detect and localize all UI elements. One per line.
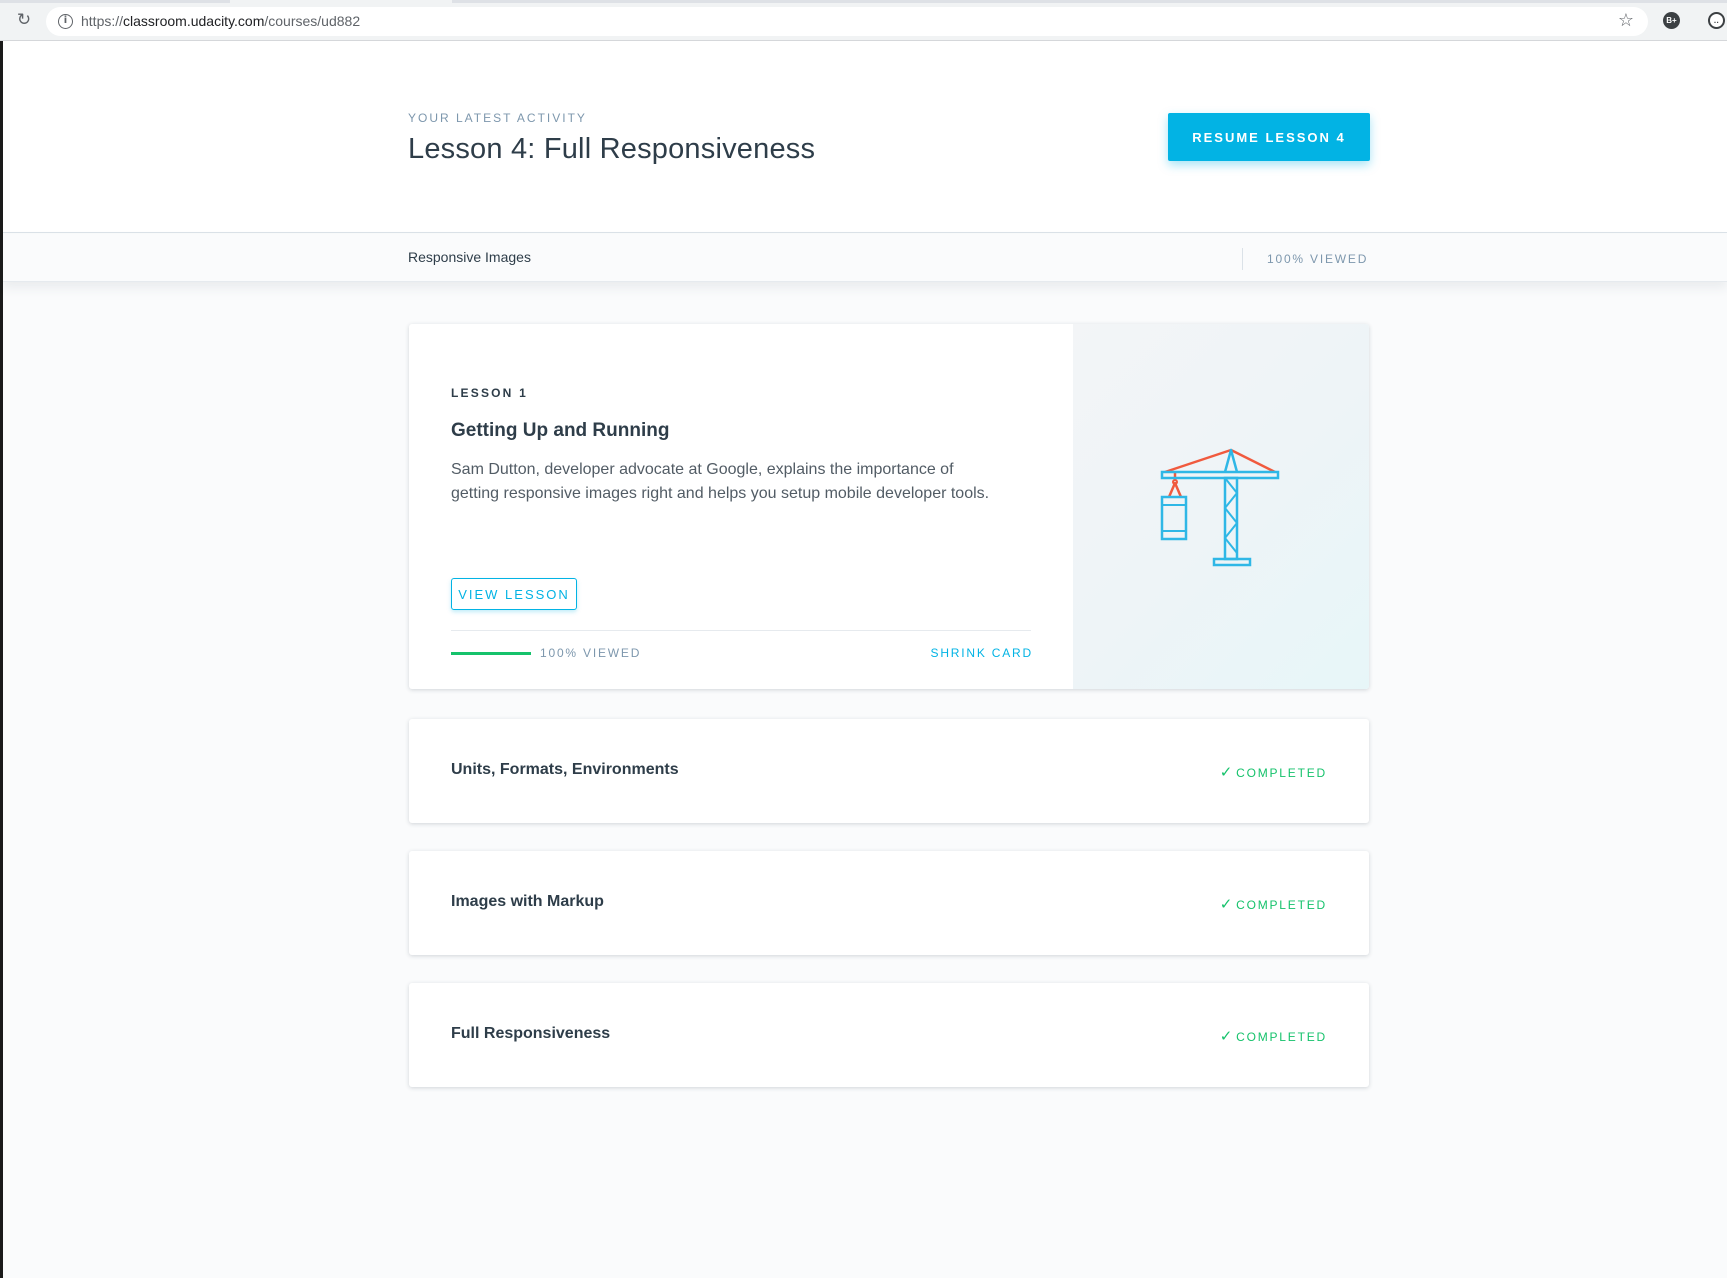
lesson-title: Getting Up and Running [451, 420, 670, 441]
status-text: COMPLETED [1236, 1030, 1327, 1044]
resume-lesson-button[interactable]: RESUME LESSON 4 [1168, 113, 1370, 161]
bookmark-star-icon[interactable]: ☆ [1618, 10, 1634, 31]
lesson-card-collapsed[interactable]: Units, Formats, Environments ✓ COMPLETED [409, 719, 1369, 823]
checkmark-icon: ✓ [1219, 763, 1235, 781]
page-title: Lesson 4: Full Responsiveness [408, 133, 816, 165]
concept-bar: Responsive Images 100% VIEWED [3, 234, 1727, 282]
status-badge: ✓ COMPLETED [1220, 895, 1327, 913]
url-host: classroom.udacity.com [123, 13, 265, 29]
divider [1242, 248, 1243, 270]
url-scheme: https:// [81, 13, 124, 29]
lesson-number: LESSON 1 [451, 386, 528, 400]
status-badge: ✓ COMPLETED [1220, 763, 1327, 781]
crane-icon [1160, 448, 1280, 567]
viewed-status: 100% VIEWED [1267, 252, 1369, 266]
progress-bar [451, 652, 531, 655]
latest-activity-header: YOUR LATEST ACTIVITY Lesson 4: Full Resp… [3, 41, 1727, 233]
info-icon[interactable]: i [58, 14, 73, 29]
lesson-title: Images with Markup [451, 893, 604, 910]
lesson-title: Full Responsiveness [451, 1025, 611, 1042]
checkmark-icon: ✓ [1219, 1027, 1235, 1045]
url-text[interactable]: https://classroom.udacity.com/courses/ud… [81, 13, 360, 29]
progress-bar-fill [451, 652, 531, 655]
browser-toolbar: ↻ i https://classroom.udacity.com/course… [0, 0, 1727, 41]
profile-avatar-icon[interactable]: ·· [1708, 12, 1725, 29]
status-text: COMPLETED [1236, 766, 1327, 780]
tab-strip-edge [0, 0, 230, 3]
lesson-art-panel [1073, 324, 1369, 689]
card-divider [451, 630, 1031, 631]
checkmark-icon: ✓ [1219, 895, 1235, 913]
lesson-description: Sam Dutton, developer advocate at Google… [451, 461, 990, 502]
lesson-card-content: LESSON 1 Getting Up and Running Sam Dutt… [451, 324, 1041, 689]
tab-strip-edge [452, 0, 1727, 3]
status-badge: ✓ COMPLETED [1220, 1027, 1327, 1045]
lesson-card-expanded: LESSON 1 Getting Up and Running Sam Dutt… [409, 324, 1369, 689]
reload-icon[interactable]: ↻ [14, 10, 34, 30]
lesson-title: Units, Formats, Environments [451, 761, 679, 778]
view-lesson-button[interactable]: VIEW LESSON [451, 578, 577, 610]
status-text: COMPLETED [1236, 898, 1327, 912]
concept-title[interactable]: Responsive Images [408, 249, 531, 265]
address-bar[interactable]: i https://classroom.udacity.com/courses/… [46, 7, 1648, 36]
lesson-card-collapsed[interactable]: Full Responsiveness ✓ COMPLETED [409, 983, 1369, 1087]
extension-icon[interactable]: B+ [1663, 12, 1680, 29]
progress-label: 100% VIEWED [540, 646, 642, 660]
url-path: /courses/ud882 [264, 13, 361, 29]
section-eyebrow: YOUR LATEST ACTIVITY [408, 111, 587, 125]
shrink-card-link[interactable]: SHRINK CARD [931, 646, 1033, 660]
lesson-card-collapsed[interactable]: Images with Markup ✓ COMPLETED [409, 851, 1369, 955]
